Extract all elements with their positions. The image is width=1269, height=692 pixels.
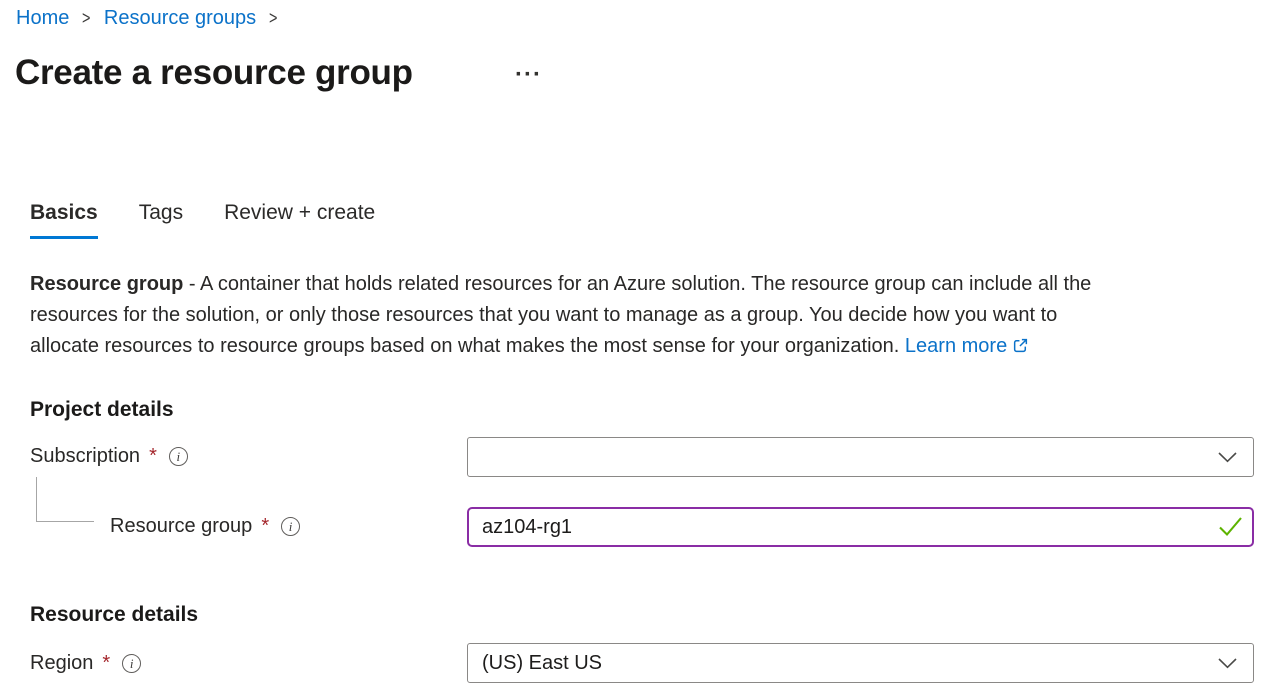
resource-group-label: Resource group bbox=[110, 515, 252, 538]
description-text: Resource group - A container that holds … bbox=[30, 269, 1260, 362]
resource-group-input[interactable] bbox=[467, 507, 1254, 547]
learn-more-link[interactable]: Learn more bbox=[905, 335, 1007, 357]
region-label-row: Region * i bbox=[30, 652, 141, 675]
region-value: (US) East US bbox=[482, 652, 602, 675]
valid-checkmark-icon bbox=[1218, 516, 1243, 538]
project-details-heading: Project details bbox=[30, 398, 174, 422]
required-asterisk: * bbox=[261, 515, 269, 538]
description-line-1: Resource group - A container that holds … bbox=[30, 269, 1260, 300]
region-dropdown[interactable]: (US) East US bbox=[467, 643, 1254, 683]
breadcrumb-resource-groups[interactable]: Resource groups bbox=[104, 6, 256, 30]
info-icon[interactable]: i bbox=[122, 654, 141, 673]
chevron-down-icon bbox=[1218, 452, 1237, 463]
create-resource-group-page: Home > Resource groups > Create a resour… bbox=[0, 0, 1269, 692]
tree-connector bbox=[36, 477, 94, 522]
resource-details-heading: Resource details bbox=[30, 603, 198, 627]
breadcrumb: Home > Resource groups > bbox=[16, 6, 279, 30]
breadcrumb-separator-icon: > bbox=[82, 6, 90, 30]
info-icon[interactable]: i bbox=[281, 517, 300, 536]
breadcrumb-home[interactable]: Home bbox=[16, 6, 69, 30]
wizard-tabs: Basics Tags Review + create bbox=[30, 201, 416, 239]
more-menu-icon[interactable]: ··· bbox=[515, 60, 542, 90]
resource-group-label-row: Resource group * i bbox=[110, 515, 300, 538]
tab-tags[interactable]: Tags bbox=[139, 201, 183, 239]
tab-basics[interactable]: Basics bbox=[30, 201, 98, 239]
page-title: Create a resource group bbox=[15, 53, 413, 93]
region-label: Region bbox=[30, 652, 93, 675]
description-bold-term: Resource group bbox=[30, 273, 183, 295]
subscription-label-row: Subscription * i bbox=[30, 445, 188, 468]
required-asterisk: * bbox=[149, 445, 157, 468]
external-link-icon bbox=[1012, 333, 1029, 364]
info-icon[interactable]: i bbox=[169, 447, 188, 466]
description-line-2: resources for the solution, or only thos… bbox=[30, 300, 1260, 331]
subscription-dropdown[interactable] bbox=[467, 437, 1254, 477]
breadcrumb-separator-icon: > bbox=[269, 6, 277, 30]
resource-group-field bbox=[467, 507, 1254, 547]
chevron-down-icon bbox=[1218, 658, 1237, 669]
required-asterisk: * bbox=[102, 652, 110, 675]
subscription-label: Subscription bbox=[30, 445, 140, 468]
description-line-3: allocate resources to resource groups ba… bbox=[30, 331, 1260, 362]
tab-review-create[interactable]: Review + create bbox=[224, 201, 375, 239]
